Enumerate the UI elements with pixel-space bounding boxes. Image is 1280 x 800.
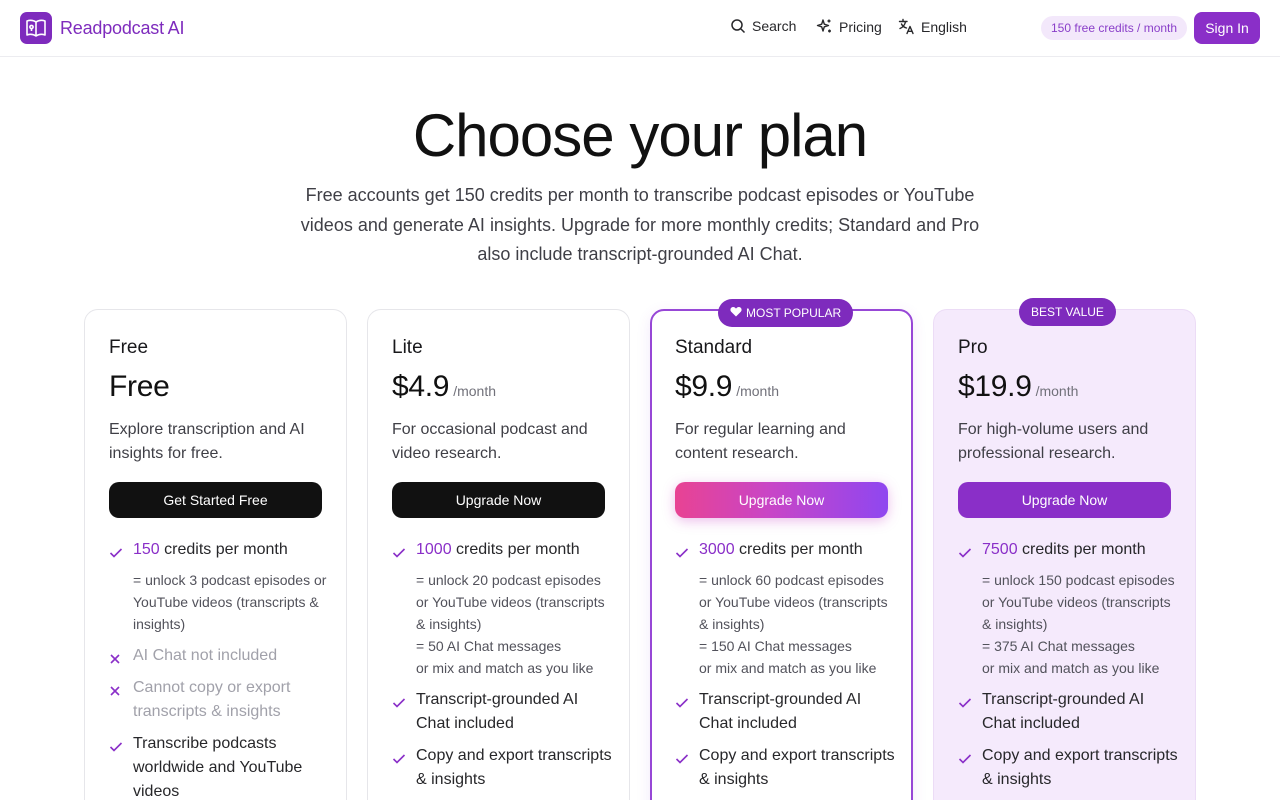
- credits-detail: or mix and match as you like: [416, 660, 594, 676]
- check-icon: [109, 538, 123, 567]
- plan-card-lite: Lite $4.9/month For occasional podcast a…: [367, 309, 630, 800]
- credits-label: credits per month: [734, 541, 863, 558]
- check-icon: [675, 744, 689, 792]
- nav-search-label: Search: [752, 18, 797, 34]
- feature-item: Copy and export transcripts & insights: [392, 744, 612, 792]
- feature-text: Transcript-grounded AI Chat included: [982, 691, 1145, 732]
- upgrade-pro-button[interactable]: Upgrade Now: [958, 482, 1171, 518]
- credits-detail: = unlock 150 podcast episodes or YouTube…: [982, 572, 1175, 632]
- plan-name: Standard: [675, 337, 753, 358]
- credits-detail: or mix and match as you like: [699, 660, 877, 676]
- cross-icon: [109, 644, 123, 673]
- feature-credits: 150 credits per month: [109, 538, 329, 567]
- check-icon: [958, 744, 972, 792]
- sign-in-button[interactable]: Sign In: [1194, 12, 1260, 44]
- credits-detail: = unlock 20 podcast episodes or YouTube …: [416, 572, 605, 632]
- check-icon: [958, 688, 972, 736]
- language-label: English: [921, 18, 967, 35]
- page-subtitle: Free accounts get 150 credits per month …: [300, 185, 980, 264]
- feature-text: Copy and export transcripts & insights: [982, 747, 1178, 788]
- badge-label: MOST POPULAR: [746, 306, 842, 320]
- get-started-free-button[interactable]: Get Started Free: [109, 482, 322, 518]
- nav-pricing-label: Pricing: [839, 18, 882, 35]
- feature-item: Copy and export transcripts & insights: [958, 744, 1178, 792]
- feature-item: Transcript-grounded AI Chat included: [675, 688, 895, 736]
- plan-price: $19.9: [958, 370, 1032, 403]
- upgrade-lite-button[interactable]: Upgrade Now: [392, 482, 605, 518]
- free-credits-badge: 150 free credits / month: [1041, 16, 1188, 40]
- plan-period: /month: [1035, 383, 1079, 399]
- credits-amount: 7500: [982, 541, 1018, 558]
- check-icon: [109, 732, 123, 800]
- page-title: Choose your plan: [412, 102, 868, 169]
- plan-period: /month: [736, 383, 780, 399]
- plan-card-pro: BEST VALUE Pro $19.9/month For high-volu…: [933, 298, 1196, 800]
- sparkle-icon: [816, 18, 833, 35]
- plan-card-free: Free Free Explore transcription and AI i…: [84, 309, 347, 800]
- feature-text: Transcript-grounded AI Chat included: [699, 691, 862, 732]
- plan-price: $9.9: [675, 370, 733, 403]
- feature-item: Transcript-grounded AI Chat included: [958, 688, 1178, 736]
- check-icon: [392, 538, 406, 567]
- plan-price: $4.9: [392, 370, 450, 403]
- nav-pricing[interactable]: Pricing: [816, 18, 882, 35]
- plan-price: Free: [109, 370, 170, 403]
- translate-icon: [898, 18, 915, 35]
- plan-name: Lite: [392, 337, 423, 358]
- feature-credits: 3000 credits per month: [675, 538, 895, 567]
- credits-detail: = 50 AI Chat messages: [416, 638, 562, 654]
- feature-credits: 1000 credits per month: [392, 538, 612, 567]
- feature-item: AI Chat not included: [109, 644, 329, 673]
- credits-detail: = 375 AI Chat messages: [982, 638, 1135, 654]
- top-header: Readpodcast AI Search Pricing English 15…: [0, 0, 1280, 57]
- feature-item: Transcript-grounded AI Chat included: [392, 688, 612, 736]
- plan-description: For regular learning and content researc…: [675, 421, 846, 462]
- credits-amount: 1000: [416, 541, 452, 558]
- credits-label: credits per month: [451, 541, 580, 558]
- check-icon: [392, 688, 406, 736]
- credits-detail: = unlock 60 podcast episodes or YouTube …: [699, 572, 888, 632]
- credits-amount: 150: [133, 541, 160, 558]
- feature-text: Cannot copy or export transcripts & insi…: [133, 679, 291, 720]
- check-icon: [675, 538, 689, 567]
- feature-item: Cannot copy or export transcripts & insi…: [109, 676, 329, 724]
- nav-search[interactable]: Search: [730, 18, 796, 34]
- feature-credits: 7500 credits per month: [958, 538, 1178, 567]
- plan-description: For occasional podcast and video researc…: [392, 421, 588, 462]
- feature-text: Copy and export transcripts & insights: [699, 747, 895, 788]
- logo-link[interactable]: Readpodcast AI: [20, 12, 184, 44]
- most-popular-badge: MOST POPULAR: [718, 299, 854, 327]
- feature-item: Transcribe podcasts worldwide and YouTub…: [109, 732, 329, 800]
- plan-card-standard: MOST POPULAR Standard $9.9/month For reg…: [650, 299, 913, 800]
- brand-name: Readpodcast AI: [60, 17, 185, 38]
- cross-icon: [109, 676, 123, 724]
- credits-label: credits per month: [1017, 541, 1146, 558]
- plan-name: Pro: [958, 337, 988, 358]
- check-icon: [958, 538, 972, 567]
- book-logo-icon: [20, 12, 52, 44]
- plan-description: Explore transcription and AI insights fo…: [109, 421, 305, 462]
- feature-text: Transcript-grounded AI Chat included: [416, 691, 579, 732]
- plan-period: /month: [453, 383, 497, 399]
- feature-item: Copy and export transcripts & insights: [675, 744, 895, 792]
- credits-label: credits per month: [159, 541, 288, 558]
- check-icon: [392, 744, 406, 792]
- search-icon: [730, 18, 746, 34]
- check-icon: [675, 688, 689, 736]
- plan-description: For high-volume users and professional r…: [958, 421, 1149, 462]
- credits-amount: 3000: [699, 541, 735, 558]
- credits-detail: or mix and match as you like: [982, 660, 1160, 676]
- feature-text: Transcribe podcasts worldwide and YouTub…: [133, 735, 303, 800]
- feature-text: AI Chat not included: [133, 647, 278, 664]
- language-selector[interactable]: English: [898, 18, 967, 35]
- best-value-badge: BEST VALUE: [1019, 298, 1116, 326]
- upgrade-standard-button[interactable]: Upgrade Now: [675, 482, 888, 518]
- credits-detail: = 150 AI Chat messages: [699, 638, 852, 654]
- plan-name: Free: [109, 337, 149, 358]
- heart-icon: [730, 299, 742, 327]
- credits-detail: = unlock 3 podcast episodes or YouTube v…: [133, 572, 327, 632]
- feature-text: Copy and export transcripts & insights: [416, 747, 612, 788]
